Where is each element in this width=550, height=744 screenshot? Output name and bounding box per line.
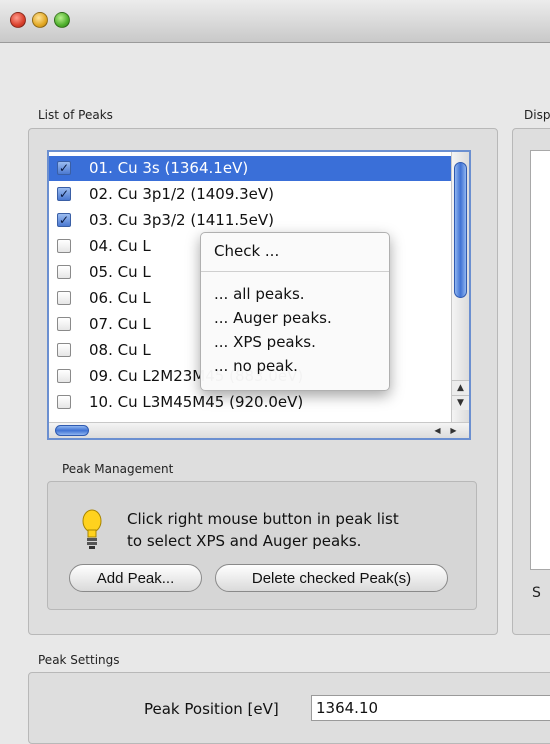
display-area[interactable] [530,150,550,570]
peak-checkbox[interactable]: ✓ [57,161,71,175]
scroll-right-arrow-icon[interactable]: ▶ [446,424,461,437]
peak-position-label: Peak Position [eV] [144,700,279,718]
peak-label: 08. Cu L [89,341,151,359]
peak-label: 02. Cu 3p1/2 (1409.3eV) [89,185,275,203]
menu-item-xps-peaks[interactable]: ... XPS peaks. [214,331,316,353]
peak-settings-label: Peak Settings [38,653,120,667]
peak-list-row[interactable]: ✓ 01. Cu 3s (1364.1eV) [49,156,454,181]
zoom-window-button[interactable] [54,12,70,28]
peak-management-label: Peak Management [62,462,174,476]
scroll-up-arrow-icon[interactable]: ▲ [452,380,469,395]
peak-checkbox[interactable] [57,265,71,279]
vertical-scroll-thumb[interactable] [454,162,467,298]
minimize-window-button[interactable] [32,12,48,28]
menu-separator [201,271,389,272]
peak-checkbox[interactable] [57,291,71,305]
check-context-menu: Check ... ... all peaks. ... Auger peaks… [200,232,390,391]
horizontal-scroll-thumb[interactable] [55,425,89,436]
peak-label: 03. Cu 3p3/2 (1411.5eV) [89,211,275,229]
peak-label: 06. Cu L [89,289,151,307]
peak-position-field[interactable]: 1364.10 [311,695,550,721]
menu-item-no-peak[interactable]: ... no peak. [214,355,298,377]
menu-item-auger-peaks[interactable]: ... Auger peaks. [214,307,332,329]
lightbulb-icon [82,509,102,549]
scroll-down-arrow-icon[interactable]: ▼ [452,395,469,410]
peak-checkbox[interactable] [57,317,71,331]
list-of-peaks-label: List of Peaks [38,108,113,122]
peak-list-row[interactable]: ✓ 03. Cu 3p3/2 (1411.5eV) [49,208,454,233]
peak-list-vertical-scrollbar[interactable]: ▲ ▼ [451,152,469,424]
peak-checkbox[interactable] [57,395,71,409]
menu-item-all-peaks[interactable]: ... all peaks. [214,283,305,305]
peak-checkbox[interactable] [57,369,71,383]
peak-list-row[interactable]: 10. Cu L3M45M45 (920.0eV) [49,390,454,415]
close-window-button[interactable] [10,12,26,28]
add-peak-button[interactable]: Add Peak... [69,564,202,592]
peak-list-row[interactable]: ✓ 02. Cu 3p1/2 (1409.3eV) [49,182,454,207]
peak-label: 04. Cu L [89,237,151,255]
peak-label: 01. Cu 3s (1364.1eV) [89,159,249,177]
context-menu-header: Check ... [214,242,280,260]
peak-checkbox[interactable]: ✓ [57,187,71,201]
window-titlebar [0,0,550,43]
peak-label: 07. Cu L [89,315,151,333]
delete-checked-peaks-button[interactable]: Delete checked Peak(s) [215,564,448,592]
peak-checkbox[interactable] [57,239,71,253]
peak-label: 10. Cu L3M45M45 (920.0eV) [89,393,304,411]
peak-list-horizontal-scrollbar[interactable]: ◀ ▶ [49,422,469,438]
scroll-left-arrow-icon[interactable]: ◀ [430,424,445,437]
peak-label: 05. Cu L [89,263,151,281]
hint-line-2: to select XPS and Auger peaks. [127,532,362,550]
peak-checkbox[interactable] [57,343,71,357]
display-lower-label: S [532,585,541,601]
peak-checkbox[interactable]: ✓ [57,213,71,227]
peak-management-hint: Click right mouse button in peak list to… [127,508,399,552]
hint-line-1: Click right mouse button in peak list [127,510,399,528]
display-section-label: Disp [524,108,550,122]
